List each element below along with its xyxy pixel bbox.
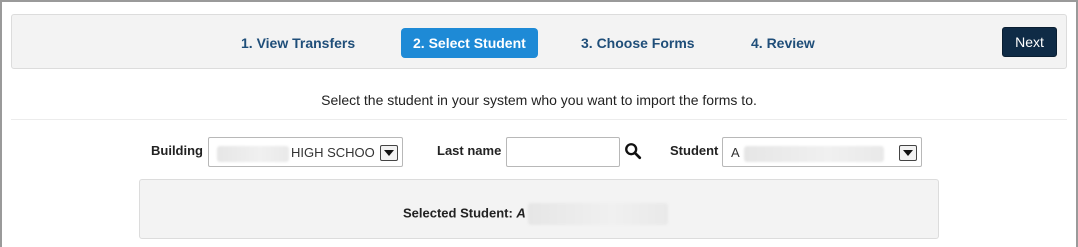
building-value-text: HIGH SCHOO — [291, 145, 375, 160]
divider — [11, 119, 1067, 120]
last-name-label: Last name — [437, 143, 502, 158]
building-select-value: HIGH SCHOO — [217, 145, 375, 162]
wizard-steps-bar: 1. View Transfers 2. Select Student 3. C… — [11, 14, 1067, 69]
redacted-text — [743, 145, 884, 162]
search-icon[interactable] — [624, 142, 642, 160]
step-choose-forms[interactable]: 3. Choose Forms — [569, 28, 707, 58]
redacted-text — [527, 203, 668, 225]
selected-student-panel: Selected Student: A — [139, 179, 939, 239]
step-review[interactable]: 4. Review — [739, 28, 827, 58]
chevron-down-icon[interactable] — [899, 145, 917, 161]
step-view-transfers[interactable]: 1. View Transfers — [229, 28, 367, 58]
selected-student-text: Selected Student: A — [403, 203, 668, 225]
last-name-input[interactable] — [506, 137, 620, 167]
instruction-text: Select the student in your system who yo… — [321, 92, 757, 108]
building-label: Building — [151, 143, 203, 158]
student-select[interactable]: A — [722, 137, 922, 167]
building-select[interactable]: HIGH SCHOO — [208, 137, 403, 167]
chevron-down-icon[interactable] — [380, 145, 398, 161]
student-select-value: A — [731, 145, 884, 162]
step-select-student[interactable]: 2. Select Student — [401, 28, 538, 58]
next-button[interactable]: Next — [1002, 27, 1057, 57]
redacted-text — [217, 145, 289, 162]
selected-student-name: A — [516, 205, 526, 221]
selected-student-label: Selected Student: — [403, 205, 513, 221]
student-label: Student — [670, 143, 719, 158]
student-value-text: A — [731, 145, 740, 160]
